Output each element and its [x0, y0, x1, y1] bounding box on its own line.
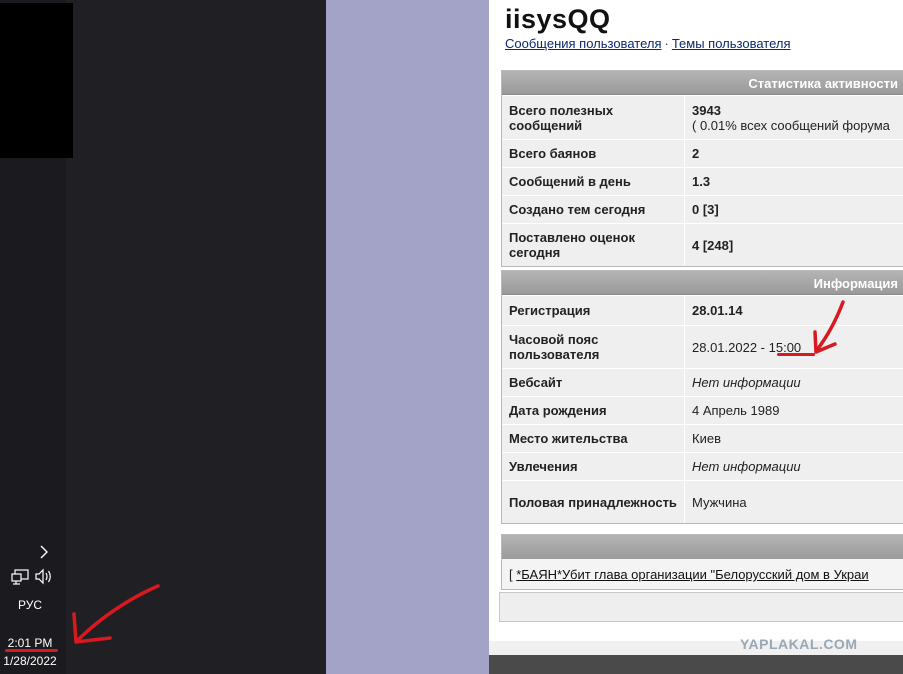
red-arrow-annotation — [813, 300, 845, 354]
stat-label: Всего баянов — [502, 140, 685, 167]
red-arrow-annotation — [72, 584, 160, 644]
profile-page: iisysQQ Сообщения пользователя · Темы поль… — [489, 0, 903, 674]
info-label: Половая принадлежность — [502, 481, 685, 523]
profile-links: Сообщения пользователя · Темы пользователя — [505, 36, 791, 51]
info-value: Нет информации — [692, 375, 801, 390]
table-row: Дата рождения 4 Апрель 1989 — [502, 396, 903, 424]
last-post-link[interactable]: *БАЯН*Убит глава организации "Белорусски… — [516, 567, 868, 582]
info-header: Информация — [502, 271, 903, 295]
user-topics-link[interactable]: Темы пользователя — [672, 36, 791, 51]
posts-count: 3943 — [692, 102, 721, 118]
info-value: Мужчина — [692, 494, 747, 510]
table-row: Поставлено оценок сегодня 4 [248] — [502, 223, 903, 266]
info-value: 28.01.14 — [692, 303, 743, 318]
language-indicator[interactable]: РУС — [0, 598, 60, 612]
info-label: Дата рождения — [502, 397, 685, 424]
stat-value: 0 [3] — [692, 202, 719, 217]
stat-label: Сообщений в день — [502, 168, 685, 195]
info-label: Регистрация — [502, 296, 685, 325]
page-bottom-bar — [489, 655, 903, 674]
table-row: Место жительства Киев — [502, 424, 903, 452]
stat-value: 4 [248] — [692, 237, 734, 253]
network-icon[interactable] — [11, 569, 29, 585]
last-post-line: [ *БАЯН*Убит глава организации "Белорусс… — [502, 559, 903, 590]
user-posts-link[interactable]: Сообщения пользователя — [505, 36, 662, 51]
stat-value: 1.3 — [692, 174, 711, 189]
info-value: 4 Апрель 1989 — [692, 403, 780, 418]
red-underline-annotation — [5, 649, 58, 652]
background-strip — [326, 0, 489, 674]
desktop-dark-area — [66, 0, 326, 674]
last-post-panel: [ *БАЯН*Убит глава организации "Белорусс… — [501, 534, 903, 590]
stat-value: 3943 ( 0.01% всех сообщений форума — [685, 96, 903, 139]
table-row: Увлечения Нет информации — [502, 452, 903, 480]
clock-time[interactable]: 2:01 PM — [0, 636, 60, 650]
empty-panel — [499, 592, 903, 622]
info-value: Киев — [692, 431, 721, 446]
table-row: Создано тем сегодня 0 [3] — [502, 195, 903, 223]
timezone-date: 28.01.2022 - — [692, 339, 769, 355]
info-label: Увлечения — [502, 453, 685, 480]
stat-label: Поставлено оценок сегодня — [502, 224, 685, 266]
volume-icon[interactable] — [34, 568, 54, 585]
chevron-right-icon[interactable] — [35, 543, 53, 561]
info-label: Место жительства — [502, 425, 685, 452]
watermark: YAPLAKAL.COM — [740, 636, 858, 652]
info-value: 28.01.2022 - 15:00 — [685, 326, 903, 368]
clock-date[interactable]: 1/28/2022 — [0, 654, 60, 668]
link-separator: · — [664, 36, 669, 51]
table-row: Вебсайт Нет информации — [502, 368, 903, 396]
last-post-header — [502, 535, 903, 559]
info-label: Вебсайт — [502, 369, 685, 396]
stat-label: Создано тем сегодня — [502, 196, 685, 223]
stats-header: Статистика активности — [502, 71, 903, 95]
stat-value: 2 — [692, 146, 700, 161]
info-value: Нет информации — [692, 459, 801, 474]
info-label: Часовой пояс пользователя — [502, 326, 685, 368]
table-row: Половая принадлежность Мужчина — [502, 480, 903, 523]
stat-label: Всего полезных сообщений — [502, 96, 685, 139]
table-row: Всего полезных сообщений 3943 ( 0.01% вс… — [502, 95, 903, 139]
activity-stats-panel: Статистика активности Всего полезных соо… — [501, 70, 903, 267]
table-row: Сообщений в день 1.3 — [502, 167, 903, 195]
table-row: Всего баянов 2 — [502, 139, 903, 167]
posts-percent: ( 0.01% всех сообщений форума — [692, 117, 890, 133]
black-window-block — [0, 3, 73, 158]
page-title: iisysQQ — [505, 4, 611, 34]
